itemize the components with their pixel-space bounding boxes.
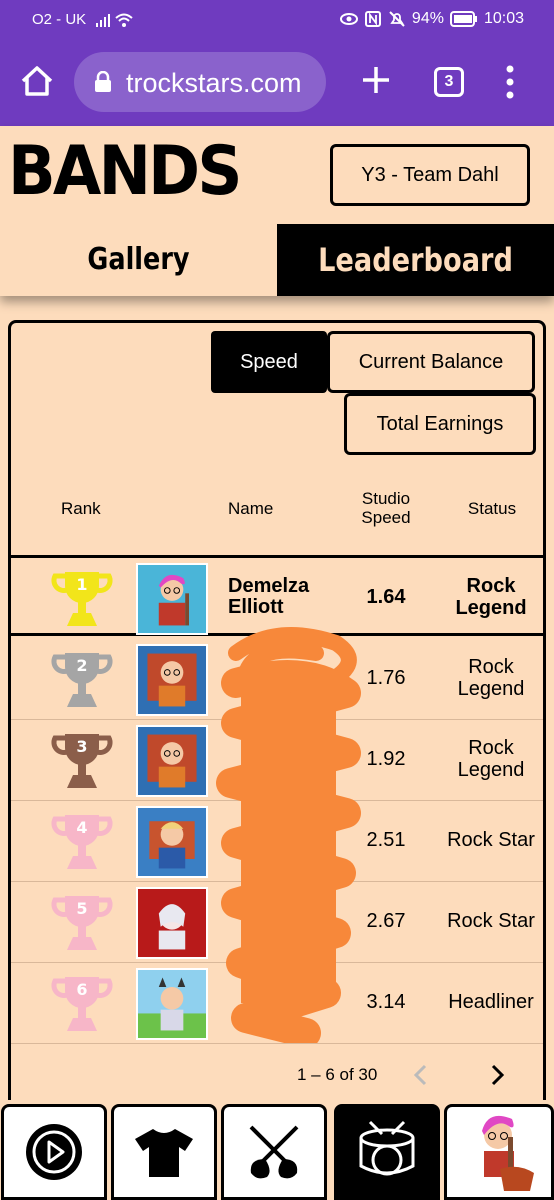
rank-number: 2 <box>76 656 87 675</box>
play-icon <box>26 1124 82 1180</box>
eye-icon <box>339 13 358 25</box>
address-bar[interactable]: trockstars.com <box>74 52 326 112</box>
avatar <box>136 968 208 1040</box>
avatar <box>136 644 208 716</box>
tshirt-icon <box>135 1129 193 1177</box>
redaction-scribble <box>216 627 361 1043</box>
status-label: Rock Star <box>447 910 535 932</box>
carrier-label: O2 - UK <box>32 11 87 28</box>
page-title: BANDS <box>8 132 242 211</box>
player-name: Demelza Elliott <box>228 575 310 618</box>
tab-switcher-button[interactable]: 3 <box>434 67 464 97</box>
nav-avatar-button[interactable] <box>444 1104 554 1200</box>
tab-leaderboard-label: Leaderboard <box>318 241 513 279</box>
chevron-left-icon[interactable] <box>411 1063 431 1087</box>
nav-outfit-button[interactable] <box>111 1104 217 1200</box>
rank-number: 5 <box>76 899 87 918</box>
bronze-trophy-icon: 3 <box>51 734 113 788</box>
browser-toolbar: trockstars.com 3 <box>0 40 554 126</box>
page-header: BANDS Y3 - Team Dahl Gallery Leaderboard <box>0 126 554 296</box>
nfc-icon <box>364 11 381 27</box>
battery-percent: 94% <box>411 10 444 27</box>
overflow-menu-icon[interactable] <box>504 64 516 100</box>
nav-instruments-button[interactable] <box>221 1104 327 1200</box>
column-header-rank: Rank <box>61 499 101 518</box>
chevron-right-icon[interactable] <box>487 1063 507 1087</box>
tab-gallery[interactable]: Gallery <box>21 224 256 296</box>
column-header-speed: Studio Speed <box>361 489 411 527</box>
clock: 10:03 <box>483 10 524 27</box>
lock-icon <box>95 71 111 92</box>
battery-icon <box>449 11 477 27</box>
tab-leaderboard[interactable]: Leaderboard <box>277 224 554 296</box>
status-bar: O2 - UK 94% 10:03 <box>0 0 554 40</box>
new-tab-icon[interactable] <box>358 62 394 98</box>
signal-wifi-icon <box>96 13 133 27</box>
bottom-nav <box>0 1100 554 1200</box>
avatar-icon <box>482 1115 534 1191</box>
rank-number: 6 <box>76 980 87 999</box>
avatar <box>136 563 208 635</box>
status-label: Rock Legend <box>457 737 525 781</box>
pink-trophy-icon: 6 <box>51 977 113 1031</box>
avatar <box>136 806 208 878</box>
avatar <box>136 725 208 797</box>
pagination-label: 1 – 6 of 30 <box>297 1065 378 1084</box>
mute-bell-icon <box>389 11 405 27</box>
drum-icon <box>359 1120 415 1176</box>
avatar <box>136 887 208 959</box>
sort-earnings-button[interactable]: Total Earnings <box>344 393 536 455</box>
nav-band-button[interactable] <box>334 1104 440 1200</box>
column-header-name: Name <box>228 499 274 518</box>
pink-trophy-icon: 5 <box>51 896 113 950</box>
column-header-status: Status <box>467 499 517 518</box>
status-label: Rock Legend <box>455 575 527 619</box>
status-label: Headliner <box>448 991 534 1013</box>
home-icon[interactable] <box>18 62 56 100</box>
leaderboard-panel: Speed Current Balance Total Earnings Ran… <box>8 320 546 1110</box>
nav-play-button[interactable] <box>1 1104 107 1200</box>
screen: { "status_bar": { "carrier": "O2 - UK", … <box>0 0 554 1200</box>
rank-number: 4 <box>76 818 87 837</box>
status-label: Rock Star <box>447 829 535 851</box>
sort-speed-button[interactable]: Speed <box>211 331 327 393</box>
silver-trophy-icon: 2 <box>51 653 113 707</box>
guitars-icon <box>249 1125 299 1179</box>
team-selector-button[interactable]: Y3 - Team Dahl <box>330 144 530 206</box>
sort-balance-button[interactable]: Current Balance <box>327 331 535 393</box>
rank-number: 1 <box>76 575 87 594</box>
gold-trophy-icon: 1 <box>51 572 113 626</box>
url-text: trockstars.com <box>126 68 302 98</box>
status-label: Rock Legend <box>457 656 525 700</box>
pink-trophy-icon: 4 <box>51 815 113 869</box>
rank-number: 3 <box>76 737 87 756</box>
